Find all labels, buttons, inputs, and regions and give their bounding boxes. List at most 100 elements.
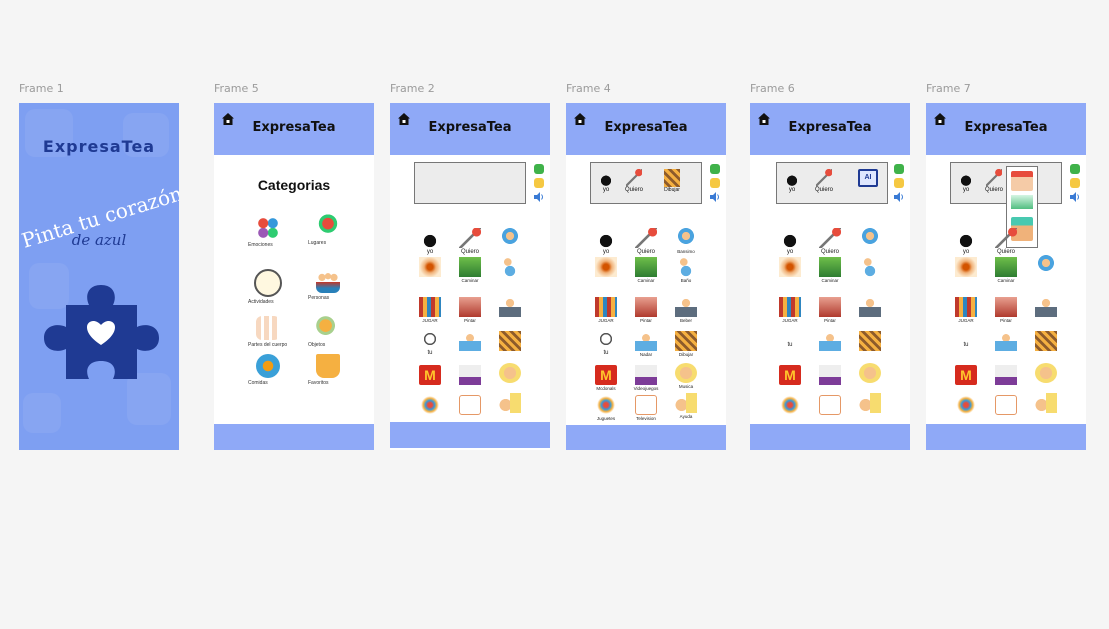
symbol-television[interactable] — [989, 395, 1023, 415]
symbol-juguetes[interactable] — [949, 395, 983, 415]
symbol-bano[interactable]: Baño — [669, 257, 703, 284]
symbol-comida[interactable] — [589, 257, 623, 277]
token-label: Quiero — [624, 187, 643, 193]
clear-button[interactable] — [710, 178, 720, 188]
symbol-jugar[interactable]: JUGAR — [413, 297, 447, 324]
symbol-nadar[interactable] — [813, 331, 847, 351]
symbol-ayuda[interactable] — [853, 393, 887, 413]
symbol-bansimo[interactable] — [853, 228, 887, 248]
park-icon[interactable] — [1011, 195, 1033, 209]
confirm-button[interactable] — [534, 164, 544, 174]
symbol-musica[interactable] — [1029, 363, 1063, 383]
symbol-musica[interactable] — [493, 363, 527, 383]
store-icon[interactable] — [1011, 171, 1033, 191]
symbol-juguetes[interactable]: Juguetes — [589, 395, 623, 422]
symbol-tu[interactable]: tu — [949, 341, 983, 348]
symbol-videojuegos[interactable] — [989, 365, 1023, 385]
symbol-mcdonals[interactable]: M — [413, 365, 447, 385]
symbol-bansimo[interactable] — [1029, 255, 1063, 275]
symbol-nadar[interactable] — [989, 331, 1023, 351]
symbol-caminar[interactable]: Caminar — [989, 257, 1023, 284]
symbol-pintar[interactable]: Pintar — [813, 297, 847, 324]
symbol-juguetes[interactable] — [413, 395, 447, 415]
symbol-tu[interactable]: tu — [589, 329, 623, 356]
speaker-icon[interactable] — [1069, 191, 1081, 203]
confirm-button[interactable] — [894, 164, 904, 174]
symbol-pintar[interactable]: Pintar — [629, 297, 663, 324]
symbol-musica[interactable]: Musica — [669, 363, 703, 390]
symbol-bansimo[interactable]: Bansimo — [669, 228, 703, 255]
symbol-videojuegos[interactable] — [813, 365, 847, 385]
symbol-bano[interactable] — [493, 257, 527, 277]
symbol-yo[interactable]: yo — [773, 228, 807, 255]
symbol-quiero[interactable]: Quiero — [453, 228, 487, 255]
speaker-icon[interactable] — [709, 191, 721, 203]
symbol-ayuda[interactable] — [493, 393, 527, 413]
symbol-ayuda[interactable]: Ayuda — [669, 393, 703, 420]
symbol-mcdonals[interactable]: M — [773, 365, 807, 385]
symbol-television[interactable]: Television — [629, 395, 663, 422]
symbol-tu[interactable]: tu — [773, 341, 807, 348]
symbol-comida[interactable] — [949, 257, 983, 277]
symbol-beber[interactable] — [853, 297, 887, 317]
symbol-beber[interactable] — [493, 297, 527, 317]
symbol-television[interactable] — [813, 395, 847, 415]
category-objetos[interactable]: Objetos — [308, 316, 348, 348]
symbol-pintar[interactable]: Pintar — [453, 297, 487, 324]
symbol-quiero[interactable]: Quiero — [989, 228, 1023, 255]
symbol-nadar[interactable]: Nadar — [629, 331, 663, 358]
confirm-button[interactable] — [710, 164, 720, 174]
category-favoritos[interactable]: Favoritos — [308, 354, 348, 386]
category-partes-del-cuerpo[interactable]: Partes del cuerpo — [248, 316, 288, 348]
symbol-yo[interactable]: yo — [413, 228, 447, 255]
symbol-jugar[interactable]: JUGAR — [773, 297, 807, 324]
symbol-bano[interactable] — [853, 257, 887, 277]
symbol-mcdonals[interactable]: M — [949, 365, 983, 385]
symbol-ayuda[interactable] — [1029, 393, 1063, 413]
symbol-yo[interactable]: yo — [949, 228, 983, 255]
symbol-tu[interactable]: tu — [413, 329, 447, 356]
clear-button[interactable] — [534, 178, 544, 188]
symbol-dibujar[interactable] — [853, 331, 887, 351]
category-personas[interactable]: Personas — [308, 269, 348, 301]
symbol-caminar[interactable]: Caminar — [453, 257, 487, 284]
symbol-caminar[interactable]: Caminar — [813, 257, 847, 284]
category-lugares[interactable]: Lugares — [308, 214, 348, 246]
symbol-jugar[interactable]: JUGAR — [589, 297, 623, 324]
symbol-dibujar[interactable] — [493, 331, 527, 351]
symbol-quiero[interactable]: Quiero — [629, 228, 663, 255]
symbol-comida[interactable] — [773, 257, 807, 277]
phrase-bar[interactable]: yo Quiero AI — [776, 162, 888, 204]
symbol-jugar[interactable]: JUGAR — [949, 297, 983, 324]
symbol-mcdonals[interactable]: M Mcdonals — [589, 365, 623, 392]
symbol-beber[interactable] — [1029, 297, 1063, 317]
symbol-dibujar[interactable] — [1029, 331, 1063, 351]
category-emociones[interactable]: Emociones — [248, 216, 288, 248]
symbol-bansimo[interactable] — [493, 228, 527, 248]
speaker-icon[interactable] — [893, 191, 905, 203]
symbol-videojuegos[interactable]: Videojuegos — [629, 365, 663, 392]
symbol-comida[interactable] — [413, 257, 447, 277]
category-label: Partes del cuerpo — [248, 342, 288, 348]
symbol-quiero[interactable]: Quiero — [813, 228, 847, 255]
symbol-caminar[interactable]: Caminar — [629, 257, 663, 284]
symbol-television[interactable] — [453, 395, 487, 415]
symbol-nadar[interactable] — [453, 331, 487, 351]
category-comidas[interactable]: Comidas — [248, 354, 288, 386]
symbol-videojuegos[interactable] — [453, 365, 487, 385]
symbol-yo[interactable]: yo — [589, 228, 623, 255]
speaker-icon[interactable] — [533, 191, 545, 203]
splash-frame[interactable]: ExpresaTea Pinta tu corazón de azul — [19, 103, 179, 450]
emotions-icon — [256, 216, 280, 240]
confirm-button[interactable] — [1070, 164, 1080, 174]
symbol-dibujar[interactable]: Dibujar — [669, 331, 703, 358]
phrase-bar[interactable]: yo Quiero Dibujar — [590, 162, 702, 204]
clear-button[interactable] — [1070, 178, 1080, 188]
category-actividades[interactable]: Actividades — [248, 269, 288, 305]
symbol-pintar[interactable]: Pintar — [989, 297, 1023, 324]
phrase-bar[interactable] — [414, 162, 526, 204]
symbol-juguetes[interactable] — [773, 395, 807, 415]
clear-button[interactable] — [894, 178, 904, 188]
symbol-beber[interactable]: Beber — [669, 297, 703, 324]
symbol-musica[interactable] — [853, 363, 887, 383]
